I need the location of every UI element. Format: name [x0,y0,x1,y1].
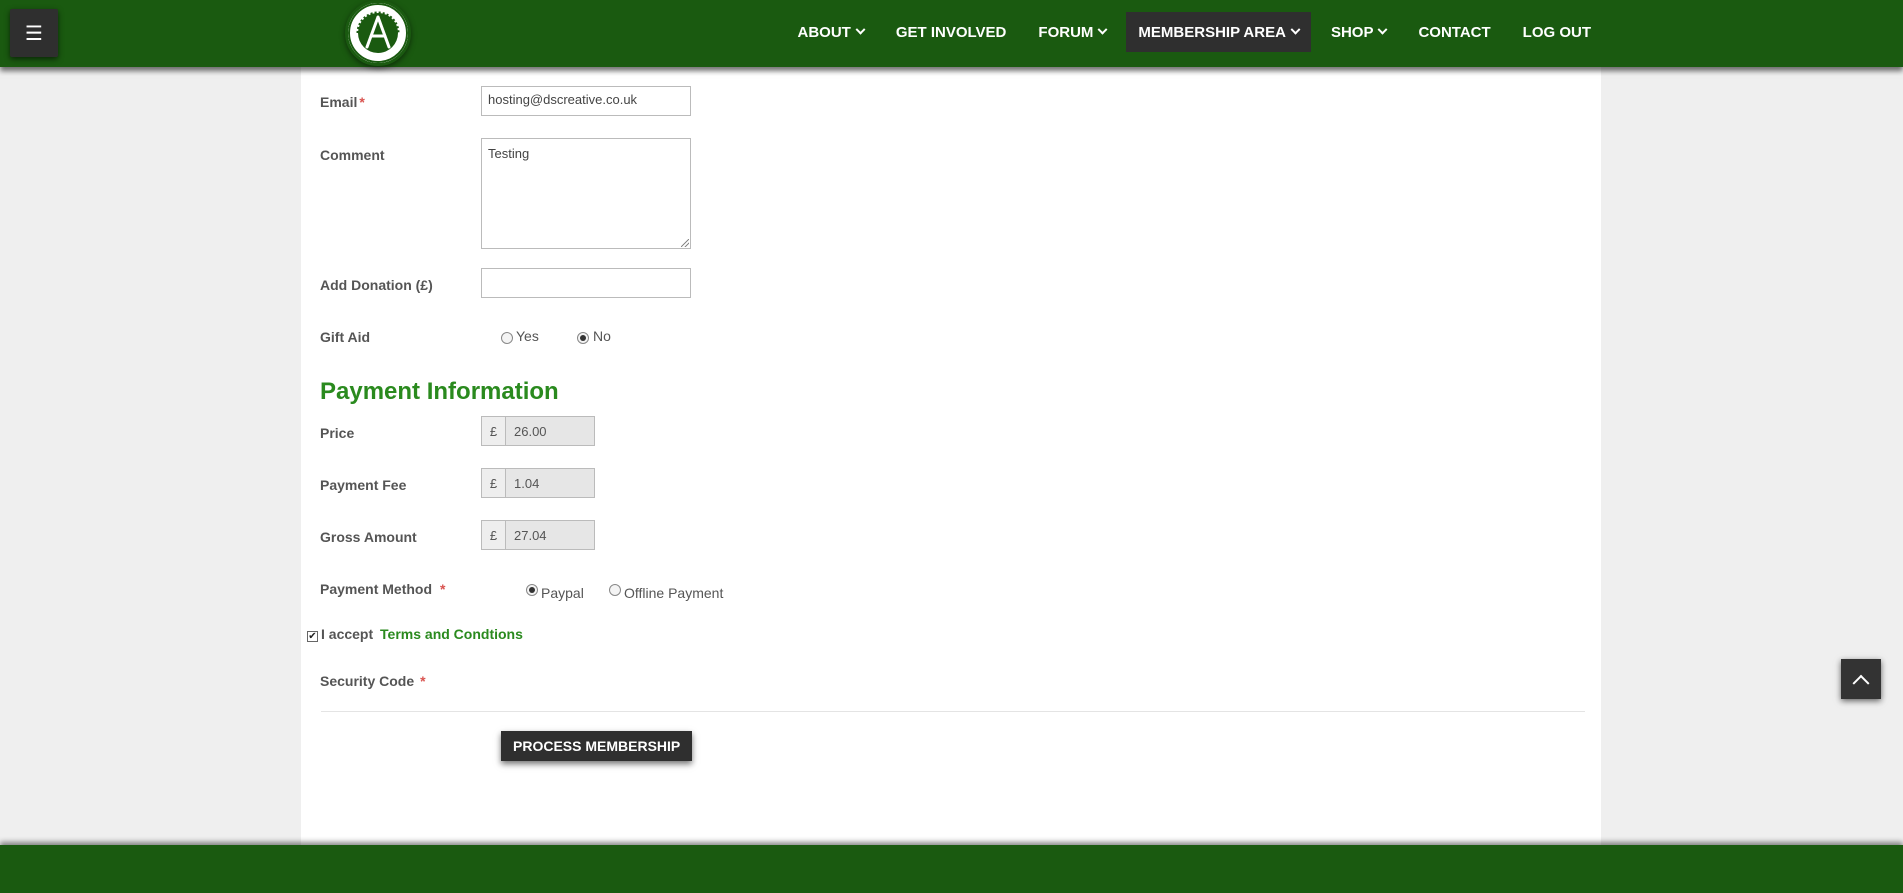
chevron-up-icon [1852,674,1870,692]
chevron-down-icon [855,24,866,35]
terms-checkbox[interactable]: ✔ [307,631,318,642]
email-label: Email * [320,94,365,110]
back-to-top-button[interactable] [1841,659,1881,699]
price-label: Price [320,425,355,441]
gross-amount-label: Gross Amount [320,529,417,545]
security-code-label: Security Code * [320,673,426,689]
nav-contact[interactable]: CONTACT [1406,12,1502,52]
nav-get-involved[interactable]: GET INVOLVED [884,12,1019,52]
donation-input[interactable] [481,268,691,298]
gift-aid-no-radio[interactable] [577,332,589,344]
chevron-down-icon [1290,24,1301,35]
comment-textarea[interactable]: Testing [481,138,691,249]
payment-fee-value: 1.04 [506,469,594,497]
main-nav: ABOUT GET INVOLVED FORUM MEMBERSHIP AREA… [782,12,1608,52]
nav-shop[interactable]: SHOP [1319,12,1399,52]
comment-label: Comment [320,147,385,163]
payment-fee-field: £ 1.04 [481,468,595,498]
payment-information-heading: Payment Information [320,378,559,405]
gift-aid-no-label[interactable]: No [593,328,611,344]
gift-aid-label: Gift Aid [320,329,371,345]
resize-handle-icon[interactable] [681,239,689,247]
price-field: £ 26.00 [481,416,595,446]
payment-offline-label[interactable]: Offline Payment [624,585,723,601]
chevron-down-icon [1097,24,1108,35]
form-panel: Email * hosting@dscreative.co.uk Comment … [301,67,1601,845]
nav-about[interactable]: ABOUT [786,12,876,52]
email-field[interactable]: hosting@dscreative.co.uk [481,86,691,116]
logo-emblem-icon [348,3,408,63]
form-divider [321,711,1585,712]
terms-prefix: I accept [321,626,374,642]
currency-symbol: £ [482,417,506,445]
terms-link[interactable]: Terms and Condtions [380,626,523,642]
gross-amount-value: 27.04 [506,521,594,549]
nav-get-involved-label: GET INVOLVED [895,23,1007,41]
terms-text: I accept Terms and Condtions [321,626,523,642]
payment-fee-label: Payment Fee [320,477,407,493]
nav-membership-area[interactable]: MEMBERSHIP AREA [1126,12,1311,52]
site-footer [0,845,1903,893]
nav-about-label: ABOUT [797,23,851,41]
gross-amount-field: £ 27.04 [481,520,595,550]
required-marker: * [420,673,426,689]
currency-symbol: £ [482,521,506,549]
donation-label: Add Donation (£) [320,277,433,293]
club-logo[interactable] [345,0,411,66]
nav-contact-label: CONTACT [1418,23,1491,41]
payment-paypal-radio[interactable] [526,584,538,596]
payment-paypal-label[interactable]: Paypal [541,585,584,601]
menu-icon[interactable]: ☰ [10,9,58,57]
gift-aid-yes-label[interactable]: Yes [516,328,539,344]
nav-forum[interactable]: FORUM [1026,12,1118,52]
site-header: ☰ ABOUT GET INVOLVED FORUM MEMBERSHIP AR… [0,0,1903,67]
gift-aid-yes-radio[interactable] [501,332,513,344]
currency-symbol: £ [482,469,506,497]
nav-log-out-label: LOG OUT [1522,23,1591,41]
security-code-label-text: Security Code [320,673,415,689]
payment-offline-radio[interactable] [609,584,621,596]
email-label-text: Email [320,94,358,110]
nav-log-out[interactable]: LOG OUT [1511,12,1603,52]
required-marker: * [440,581,446,597]
payment-method-label: Payment Method * [320,581,445,597]
price-value: 26.00 [506,417,594,445]
required-marker: * [359,94,365,110]
process-membership-button[interactable]: PROCESS MEMBERSHIP [501,731,693,761]
payment-method-label-text: Payment Method [320,581,433,597]
nav-forum-label: FORUM [1038,23,1094,41]
nav-shop-label: SHOP [1330,23,1374,41]
chevron-down-icon [1378,24,1388,35]
nav-membership-area-label: MEMBERSHIP AREA [1138,23,1286,41]
comment-value: Testing [488,146,530,161]
